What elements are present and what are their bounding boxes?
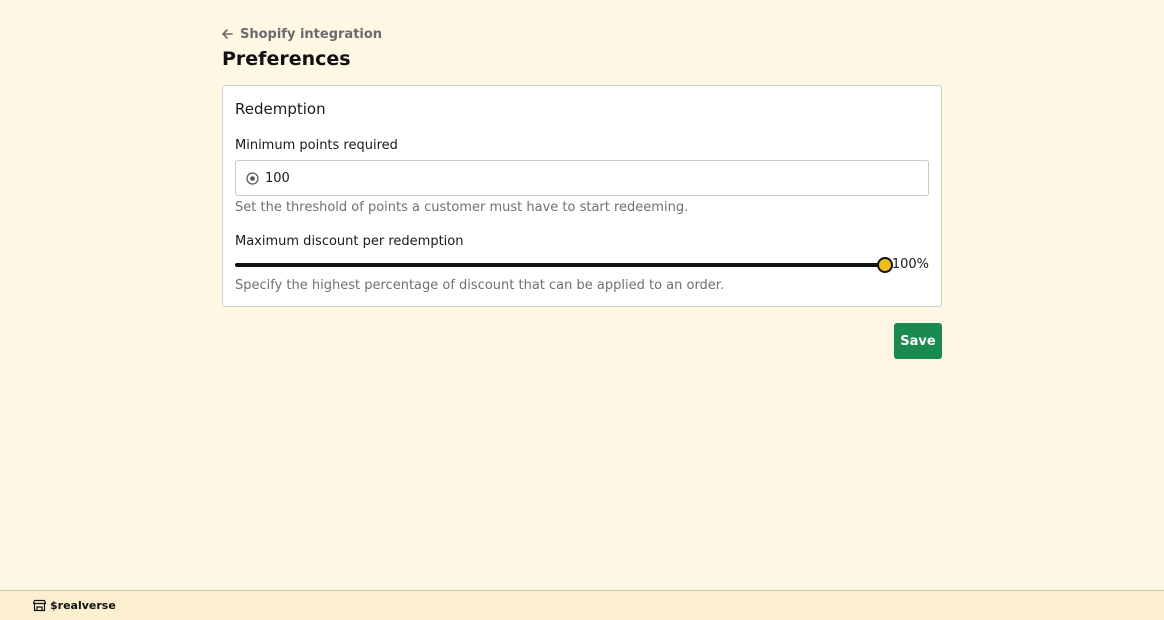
min-points-input[interactable] [265, 170, 905, 186]
save-button[interactable]: Save [894, 323, 942, 359]
back-link-label: Shopify integration [240, 26, 383, 42]
min-points-help: Set the threshold of points a customer m… [235, 200, 689, 215]
slider-fill [235, 263, 885, 267]
redemption-card: Redemption Minimum points required Set t… [222, 85, 942, 307]
min-points-field[interactable] [235, 160, 929, 196]
section-title: Redemption [235, 100, 326, 118]
storefront-icon [33, 599, 46, 612]
max-discount-help: Specify the highest percentage of discou… [235, 278, 725, 293]
footer-bar: $realverse [0, 590, 1164, 620]
footer-brand: $realverse [50, 599, 116, 612]
max-discount-slider[interactable] [235, 256, 893, 274]
max-discount-label: Maximum discount per redemption [235, 234, 464, 249]
max-discount-value: 100% [891, 257, 929, 272]
form-actions: Save [222, 323, 942, 359]
radio-circle-icon [246, 171, 259, 185]
slider-thumb[interactable] [877, 257, 893, 273]
back-link[interactable]: Shopify integration [222, 26, 942, 42]
page-title: Preferences [222, 48, 351, 70]
arrow-left-icon [222, 29, 233, 39]
min-points-label: Minimum points required [235, 138, 398, 153]
preferences-page: Shopify integration Preferences Redempti… [222, 26, 942, 359]
